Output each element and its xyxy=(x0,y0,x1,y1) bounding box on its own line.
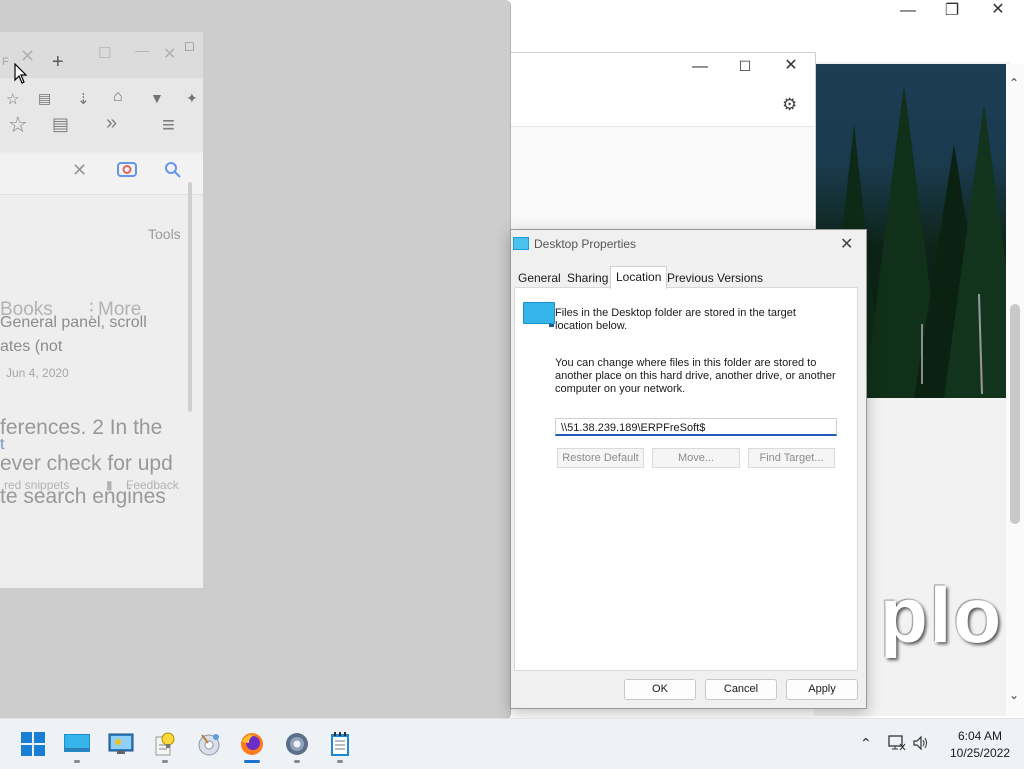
result-line-3: ever check for upd xyxy=(0,452,173,475)
ghost-tab-label: F xyxy=(2,56,9,68)
ok-button[interactable]: OK xyxy=(624,679,696,700)
scroll-up-icon[interactable]: ⌃ xyxy=(1009,76,1019,90)
notepad-running-indicator xyxy=(337,760,343,763)
start-button-icon[interactable] xyxy=(20,731,48,759)
desktop-folder-icon xyxy=(523,302,555,328)
clock-date[interactable]: 10/25/2022 xyxy=(941,746,1019,760)
find-target-button[interactable]: Find Target... xyxy=(748,448,835,468)
star-large-icon[interactable]: ☆ xyxy=(8,112,28,138)
dialog-title: Desktop Properties xyxy=(534,237,637,251)
folder-title-icon xyxy=(513,237,529,250)
firefox-active-indicator xyxy=(244,760,260,763)
tools-link[interactable]: Tools xyxy=(148,226,181,242)
location-change-text: You can change where files in this folde… xyxy=(555,357,836,395)
tab-sharing[interactable]: Sharing xyxy=(562,269,613,287)
control-panel-icon[interactable] xyxy=(107,731,135,759)
settings-running-indicator xyxy=(294,760,300,763)
move-button[interactable]: Move... xyxy=(652,448,740,468)
extension-icon[interactable]: ✦ xyxy=(186,90,198,107)
scroll-down-icon[interactable]: ⌄ xyxy=(1009,688,1019,702)
download-icon[interactable]: ⇣ xyxy=(77,90,90,108)
scroll-thumb[interactable] xyxy=(1010,304,1020,524)
tab-previous-versions[interactable]: Previous Versions xyxy=(662,269,768,287)
ghost-minimize-icon: — xyxy=(135,42,149,58)
ghost-maximize-icon: ☐ xyxy=(184,40,195,54)
restore-default-button[interactable]: Restore Default xyxy=(557,448,644,468)
mid-maximize-button[interactable]: ☐ xyxy=(725,58,765,74)
snippet-line-2: ates (not xyxy=(0,338,63,355)
new-tab-icon[interactable]: + xyxy=(52,51,64,74)
location-tab-panel xyxy=(514,287,858,671)
tips-bulb-icon[interactable] xyxy=(152,731,180,759)
bg-close-button[interactable]: ✕ xyxy=(978,2,1018,18)
mid-close-button[interactable]: ✕ xyxy=(771,58,811,74)
network-icon[interactable] xyxy=(888,735,906,751)
ghost-browser: F ✕ + ☐ — ✕ ☐ ☆ ▤ ⇣ ⌂ ▼ ✦ ☆ ▤ » ≡ ✕ Tool… xyxy=(0,32,203,588)
settings-gear-taskbar-icon[interactable] xyxy=(284,731,312,759)
bg-scrollbar[interactable]: ⌃ ⌄ xyxy=(1006,64,1024,716)
notepad-icon[interactable] xyxy=(328,731,356,759)
middle-window-content xyxy=(510,126,814,231)
disk-cleanup-icon[interactable] xyxy=(196,731,224,759)
search-icon[interactable] xyxy=(164,161,182,179)
ghost-restore-icon: ☐ xyxy=(98,45,112,62)
cancel-button[interactable]: Cancel xyxy=(705,679,777,700)
tray-overflow-chevron-icon[interactable]: ⌃ xyxy=(860,735,872,752)
target-path-input[interactable]: \\51.38.239.189\ERPFreSoft$ xyxy=(555,418,837,436)
result-line-1: ferences. 2 In the xyxy=(0,416,163,439)
tab-location[interactable]: Location xyxy=(610,266,668,289)
pocket-icon[interactable]: ▼ xyxy=(150,90,164,106)
home-icon[interactable]: ⌂ xyxy=(113,88,123,106)
tab-general[interactable]: General xyxy=(513,269,566,287)
gear-icon[interactable]: ⚙ xyxy=(782,95,797,115)
clear-search-icon[interactable]: ✕ xyxy=(72,160,87,181)
camera-search-icon[interactable] xyxy=(116,158,138,178)
mid-minimize-button[interactable]: — xyxy=(680,59,720,75)
firefox-icon[interactable] xyxy=(239,731,267,759)
bg-minimize-button[interactable]: — xyxy=(888,3,928,19)
mouse-cursor-icon xyxy=(14,63,28,85)
desktop-taskbar-icon[interactable] xyxy=(63,731,91,759)
library-icon[interactable]: ▤ xyxy=(52,114,69,135)
dialog-close-button[interactable]: ✕ xyxy=(840,234,853,254)
overflow-chevrons-icon[interactable]: » xyxy=(106,112,117,135)
tips-running-indicator xyxy=(162,760,168,763)
bookmark-star-icon[interactable]: ☆ xyxy=(6,90,19,108)
watermark-text: plo xyxy=(880,571,1003,659)
apply-button[interactable]: Apply xyxy=(786,679,858,700)
volume-icon[interactable] xyxy=(912,735,930,751)
snippet-date: Jun 4, 2020 xyxy=(6,366,69,380)
ghost-close-icon: ✕ xyxy=(163,46,177,63)
reader-icon[interactable]: ▤ xyxy=(38,90,51,107)
result-line-4: te search engines xyxy=(0,485,166,508)
location-info-text: Files in the Desktop folder are stored i… xyxy=(555,307,796,332)
desktop-running-indicator xyxy=(74,760,80,763)
snippet-line-1: General panel, scroll xyxy=(0,314,147,331)
clock-time[interactable]: 6:04 AM xyxy=(945,729,1015,743)
ghost-scrollbar[interactable] xyxy=(188,182,192,412)
hamburger-menu-icon[interactable]: ≡ xyxy=(162,112,175,138)
bg-restore-button[interactable]: ❐ xyxy=(932,3,972,19)
